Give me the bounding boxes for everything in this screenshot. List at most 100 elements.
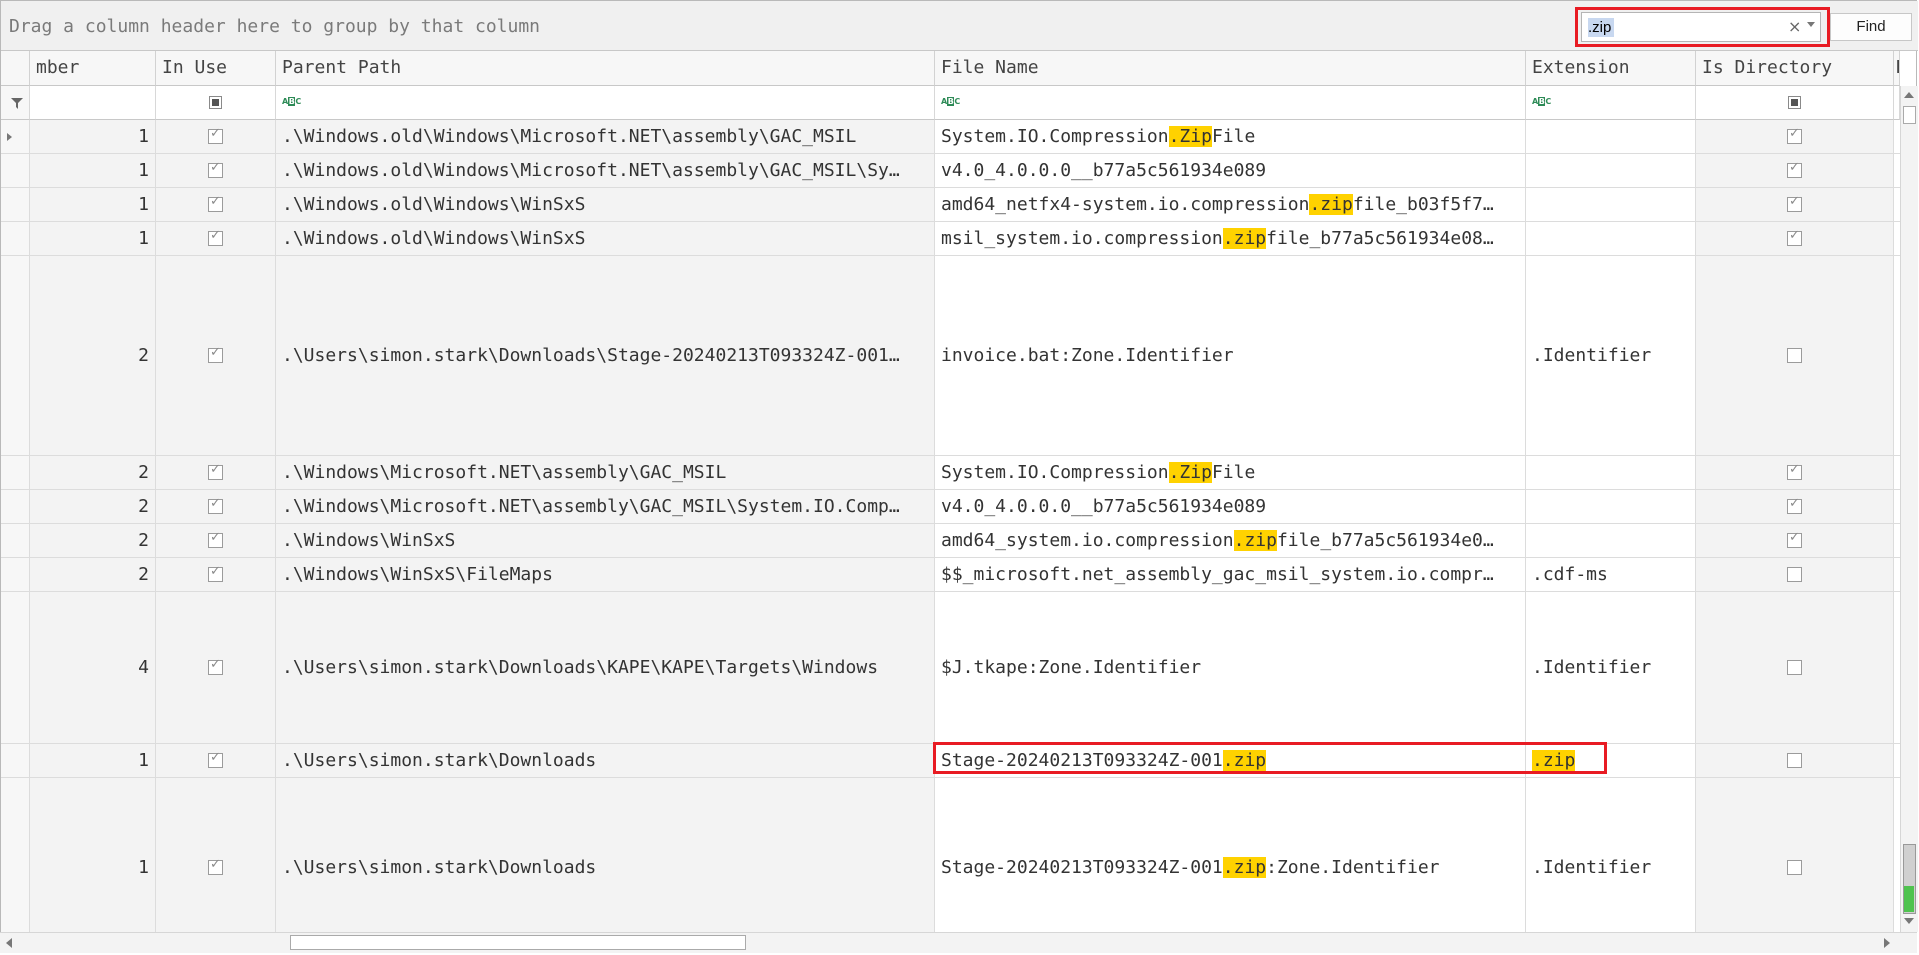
- cell-number[interactable]: 1: [30, 154, 156, 188]
- cell-is-directory[interactable]: [1696, 188, 1894, 222]
- cell-file-name[interactable]: invoice.bat:Zone.Identifier: [935, 256, 1526, 456]
- scroll-down-icon[interactable]: [1904, 918, 1914, 924]
- cell-extension[interactable]: .cdf-ms: [1526, 558, 1696, 592]
- group-by-panel[interactable]: Drag a column header here to group by th…: [1, 1, 1918, 51]
- filter-cell-parent-path[interactable]: ABC: [276, 86, 935, 120]
- cell-in-use[interactable]: [156, 524, 276, 558]
- cell-parent-path[interactable]: .\Windows.old\Windows\WinSxS: [276, 222, 935, 256]
- cell-is-directory[interactable]: [1696, 456, 1894, 490]
- checkbox[interactable]: [208, 345, 223, 363]
- scroll-right-icon[interactable]: [1884, 938, 1890, 948]
- cell-extension[interactable]: [1526, 120, 1696, 154]
- cell-number[interactable]: 1: [30, 744, 156, 778]
- checkbox[interactable]: [208, 857, 223, 875]
- checkbox[interactable]: [208, 657, 223, 675]
- checkbox[interactable]: [208, 126, 223, 144]
- cell-file-name[interactable]: $J.tkape:Zone.Identifier: [935, 592, 1526, 744]
- find-input[interactable]: [1586, 16, 1790, 38]
- checkbox[interactable]: [1787, 753, 1802, 768]
- cell-file-name[interactable]: Stage-20240213T093324Z-001.zip: [935, 744, 1526, 778]
- table-row[interactable]: 2 .\Windows\Microsoft.NET\assembly\GAC_MS…: [0, 490, 1900, 524]
- cell-is-directory[interactable]: [1696, 778, 1894, 932]
- filter-cell-in-use[interactable]: [156, 86, 276, 120]
- cell-parent-path[interactable]: .\Users\simon.stark\Downloads: [276, 778, 935, 932]
- cell-file-name[interactable]: System.IO.Compression.ZipFile: [935, 456, 1526, 490]
- checkbox[interactable]: [1787, 860, 1802, 875]
- cell-parent-path[interactable]: .\Windows.old\Windows\WinSxS: [276, 188, 935, 222]
- checkbox[interactable]: [208, 750, 223, 768]
- cell-extension[interactable]: [1526, 222, 1696, 256]
- cell-parent-path[interactable]: .\Users\simon.stark\Downloads\Stage-2024…: [276, 256, 935, 456]
- cell-is-directory[interactable]: [1696, 558, 1894, 592]
- cell-is-directory[interactable]: [1696, 154, 1894, 188]
- table-row[interactable]: 1.\Windows.old\Windows\WinSxSamd64_netfx…: [0, 188, 1900, 222]
- table-row[interactable]: 4 .\Users\simon.stark\Downloads\KAPE\KAPE…: [0, 592, 1900, 744]
- cell-number[interactable]: 2: [30, 524, 156, 558]
- cell-file-name[interactable]: Stage-20240213T093324Z-001.zip:Zone.Iden…: [935, 778, 1526, 932]
- cell-extension[interactable]: .zip: [1526, 744, 1696, 778]
- cell-parent-path[interactable]: .\Windows\WinSxS\FileMaps: [276, 558, 935, 592]
- cell-number[interactable]: 2: [30, 456, 156, 490]
- checkbox[interactable]: [208, 496, 223, 514]
- indeterminate-checkbox[interactable]: [209, 96, 222, 109]
- cell-number[interactable]: 1: [30, 778, 156, 932]
- indeterminate-checkbox[interactable]: [1788, 96, 1801, 109]
- cell-is-directory[interactable]: [1696, 222, 1894, 256]
- table-row[interactable]: 2 .\Windows\Microsoft.NET\assembly\GAC_MS…: [0, 456, 1900, 490]
- cell-extension[interactable]: [1526, 524, 1696, 558]
- table-row[interactable]: 1.\Users\simon.stark\DownloadsStage-2024…: [0, 744, 1900, 778]
- cell-file-name[interactable]: v4.0_4.0.0.0__b77a5c561934e089: [935, 490, 1526, 524]
- column-header-parent-path[interactable]: Parent Path: [276, 51, 935, 86]
- cell-extension[interactable]: .Identifier: [1526, 256, 1696, 456]
- cell-in-use[interactable]: [156, 120, 276, 154]
- checkbox[interactable]: [208, 530, 223, 548]
- column-header-file-name[interactable]: File Name: [935, 51, 1526, 86]
- cell-file-name[interactable]: amd64_netfx4-system.io.compression.zipfi…: [935, 188, 1526, 222]
- cell-number[interactable]: 2: [30, 558, 156, 592]
- checkbox[interactable]: [1787, 126, 1802, 144]
- scroll-left-icon[interactable]: [6, 938, 12, 948]
- cell-number[interactable]: 1: [30, 120, 156, 154]
- column-header-has[interactable]: Ha: [1894, 51, 1900, 86]
- find-button[interactable]: Find: [1830, 13, 1912, 41]
- column-header-is-directory[interactable]: Is Directory: [1696, 51, 1894, 86]
- table-row[interactable]: 2 .\Users\simon.stark\Downloads\Stage-202…: [0, 256, 1900, 456]
- cell-is-directory[interactable]: [1696, 490, 1894, 524]
- find-combobox[interactable]: ×: [1581, 12, 1821, 42]
- checkbox[interactable]: [208, 194, 223, 212]
- chevron-down-icon[interactable]: [1807, 22, 1815, 27]
- cell-in-use[interactable]: [156, 456, 276, 490]
- cell-number[interactable]: 2: [30, 490, 156, 524]
- cell-parent-path[interactable]: .\Windows\Microsoft.NET\assembly\GAC_MSI…: [276, 490, 935, 524]
- cell-in-use[interactable]: [156, 256, 276, 456]
- cell-file-name[interactable]: msil_system.io.compression.zipfile_b77a5…: [935, 222, 1526, 256]
- vertical-scrollbar[interactable]: [1900, 86, 1918, 932]
- checkbox[interactable]: [1787, 530, 1802, 548]
- table-row[interactable]: 2 .\Windows\WinSxS\FileMaps $$_microsoft.n…: [0, 558, 1900, 592]
- checkbox[interactable]: [208, 564, 223, 582]
- cell-in-use[interactable]: [156, 744, 276, 778]
- cell-parent-path[interactable]: .\Windows.old\Windows\Microsoft.NET\asse…: [276, 120, 935, 154]
- checkbox[interactable]: [1787, 160, 1802, 178]
- cell-file-name[interactable]: amd64_system.io.compression.zipfile_b77a…: [935, 524, 1526, 558]
- filter-cell-number[interactable]: [30, 86, 156, 120]
- checkbox[interactable]: [208, 160, 223, 178]
- cell-is-directory[interactable]: [1696, 120, 1894, 154]
- cell-extension[interactable]: [1526, 154, 1696, 188]
- cell-is-directory[interactable]: [1696, 592, 1894, 744]
- checkbox[interactable]: [208, 228, 223, 246]
- cell-in-use[interactable]: [156, 222, 276, 256]
- clear-icon[interactable]: ×: [1788, 17, 1801, 36]
- column-header-number[interactable]: mber: [30, 51, 156, 86]
- cell-in-use[interactable]: [156, 490, 276, 524]
- filter-cell-extension[interactable]: ABC: [1526, 86, 1696, 120]
- cell-in-use[interactable]: [156, 778, 276, 932]
- checkbox[interactable]: [208, 462, 223, 480]
- table-row[interactable]: 1.\Windows.old\Windows\WinSxSmsil_system…: [0, 222, 1900, 256]
- cell-in-use[interactable]: [156, 592, 276, 744]
- column-header-extension[interactable]: Extension: [1526, 51, 1696, 86]
- cell-number[interactable]: 2: [30, 256, 156, 456]
- checkbox[interactable]: [1787, 496, 1802, 514]
- checkbox[interactable]: [1787, 194, 1802, 212]
- cell-in-use[interactable]: [156, 558, 276, 592]
